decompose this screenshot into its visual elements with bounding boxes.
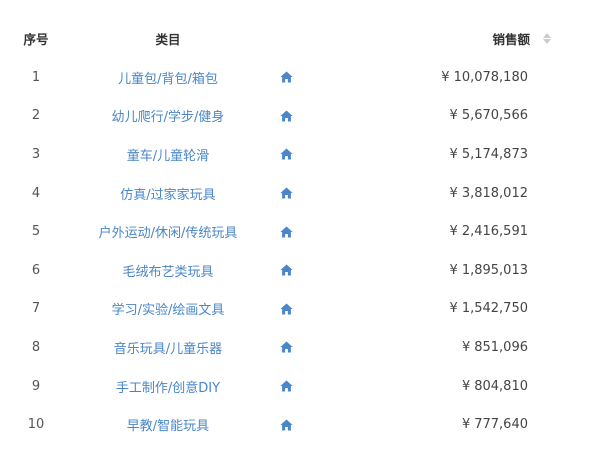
sales-amount: ¥ 804,810 bbox=[420, 367, 528, 406]
home-icon[interactable] bbox=[279, 380, 293, 392]
currency-symbol: ¥ bbox=[449, 185, 458, 201]
row-index: 7 bbox=[31, 301, 41, 317]
row-index: 10 bbox=[27, 417, 45, 433]
category-link[interactable]: 早教/智能玩具 bbox=[127, 415, 209, 434]
table-row: 1 儿童包/背包/箱包 ¥ 10,078,180 bbox=[0, 58, 600, 97]
sales-amount: ¥ 10,078,180 bbox=[420, 58, 528, 97]
table-row: 10 早教/智能玩具 ¥ 777,640 bbox=[0, 405, 600, 444]
row-index: 9 bbox=[31, 378, 41, 394]
category-link[interactable]: 手工制作/创意DIY bbox=[116, 377, 220, 396]
sales-amount: ¥ 1,895,013 bbox=[420, 251, 528, 290]
sales-amount: ¥ 2,416,591 bbox=[420, 212, 528, 251]
category-home-button[interactable] bbox=[274, 58, 298, 97]
sales-amount: ¥ 5,174,873 bbox=[420, 135, 528, 174]
category-link[interactable]: 音乐玩具/儿童乐器 bbox=[114, 338, 222, 357]
currency-symbol: ¥ bbox=[461, 417, 471, 433]
currency-symbol: ¥ bbox=[449, 301, 458, 317]
category-home-button[interactable] bbox=[274, 212, 298, 251]
currency-symbol: ¥ bbox=[449, 262, 458, 278]
sales-value: 1,542,750 bbox=[461, 301, 528, 317]
category-link[interactable]: 学习/实验/绘画文具 bbox=[112, 299, 225, 318]
sales-value: 2,416,591 bbox=[461, 224, 528, 240]
home-icon[interactable] bbox=[279, 264, 293, 276]
sales-value: 1,895,013 bbox=[461, 262, 528, 278]
sort-ascending-icon[interactable] bbox=[543, 32, 551, 38]
category-home-button[interactable] bbox=[274, 290, 298, 329]
currency-symbol: ¥ bbox=[441, 69, 450, 85]
category-home-button[interactable] bbox=[274, 174, 298, 213]
table-body: 1 儿童包/背包/箱包 ¥ 10,078,180 2 幼儿爬行/学步/健身 ¥ … bbox=[0, 58, 600, 444]
sort-toggle[interactable] bbox=[540, 18, 554, 58]
table-row: 2 幼儿爬行/学步/健身 ¥ 5,670,566 bbox=[0, 97, 600, 136]
sales-value: 3,818,012 bbox=[461, 185, 528, 201]
header-category: 类目 bbox=[155, 31, 181, 47]
sales-value: 5,670,566 bbox=[461, 108, 528, 124]
home-icon[interactable] bbox=[279, 110, 293, 122]
currency-symbol: ¥ bbox=[461, 378, 471, 394]
sales-amount: ¥ 5,670,566 bbox=[420, 97, 528, 136]
table-row: 7 学习/实验/绘画文具 ¥ 1,542,750 bbox=[0, 290, 600, 329]
currency-symbol: ¥ bbox=[449, 108, 458, 124]
sales-value: 5,174,873 bbox=[461, 146, 528, 162]
home-icon[interactable] bbox=[279, 341, 293, 353]
category-link[interactable]: 儿童包/背包/箱包 bbox=[118, 68, 218, 87]
sales-value: 851,096 bbox=[474, 339, 528, 355]
table-row: 6 毛绒布艺类玩具 ¥ 1,895,013 bbox=[0, 251, 600, 290]
home-icon[interactable] bbox=[279, 148, 293, 160]
category-link[interactable]: 户外运动/休闲/传统玩具 bbox=[99, 222, 238, 241]
row-index: 2 bbox=[31, 108, 41, 124]
sales-amount: ¥ 777,640 bbox=[420, 405, 528, 444]
sales-amount: ¥ 3,818,012 bbox=[420, 174, 528, 213]
home-icon[interactable] bbox=[279, 303, 293, 315]
sales-amount: ¥ 1,542,750 bbox=[420, 290, 528, 329]
category-home-button[interactable] bbox=[274, 405, 298, 444]
currency-symbol: ¥ bbox=[449, 224, 458, 240]
category-link[interactable]: 幼儿爬行/学步/健身 bbox=[112, 106, 225, 125]
table-header: 序号 类目 销售额 bbox=[0, 18, 600, 58]
category-home-button[interactable] bbox=[274, 135, 298, 174]
sales-value: 10,078,180 bbox=[453, 69, 528, 85]
currency-symbol: ¥ bbox=[449, 146, 458, 162]
row-index: 4 bbox=[31, 185, 41, 201]
category-link[interactable]: 童车/儿童轮滑 bbox=[127, 145, 209, 164]
sort-descending-icon[interactable] bbox=[543, 38, 551, 44]
table-row: 3 童车/儿童轮滑 ¥ 5,174,873 bbox=[0, 135, 600, 174]
sort-icon[interactable] bbox=[543, 32, 551, 44]
category-home-button[interactable] bbox=[274, 367, 298, 406]
row-index: 1 bbox=[31, 69, 41, 85]
category-link[interactable]: 仿真/过家家玩具 bbox=[120, 184, 215, 203]
row-index: 6 bbox=[31, 262, 41, 278]
row-index: 5 bbox=[31, 224, 41, 240]
category-link[interactable]: 毛绒布艺类玩具 bbox=[122, 261, 213, 280]
sales-value: 804,810 bbox=[474, 378, 528, 394]
home-icon[interactable] bbox=[279, 71, 293, 83]
sales-amount: ¥ 851,096 bbox=[420, 328, 528, 367]
home-icon[interactable] bbox=[279, 187, 293, 199]
category-home-button[interactable] bbox=[274, 251, 298, 290]
sales-table: 序号 类目 销售额 1 儿童包/背包/箱包 ¥ 10,078,180 2 幼儿爬… bbox=[0, 18, 600, 444]
header-index: 序号 bbox=[23, 31, 49, 47]
category-home-button[interactable] bbox=[274, 97, 298, 136]
header-sales[interactable]: 销售额 bbox=[440, 18, 530, 58]
sales-value: 777,640 bbox=[474, 417, 528, 433]
row-index: 8 bbox=[31, 339, 41, 355]
table-row: 8 音乐玩具/儿童乐器 ¥ 851,096 bbox=[0, 328, 600, 367]
table-row: 4 仿真/过家家玩具 ¥ 3,818,012 bbox=[0, 174, 600, 213]
row-index: 3 bbox=[31, 146, 41, 162]
category-home-button[interactable] bbox=[274, 328, 298, 367]
table-row: 5 户外运动/休闲/传统玩具 ¥ 2,416,591 bbox=[0, 212, 600, 251]
table-row: 9 手工制作/创意DIY ¥ 804,810 bbox=[0, 367, 600, 406]
home-icon[interactable] bbox=[279, 419, 293, 431]
home-icon[interactable] bbox=[279, 226, 293, 238]
currency-symbol: ¥ bbox=[461, 339, 471, 355]
